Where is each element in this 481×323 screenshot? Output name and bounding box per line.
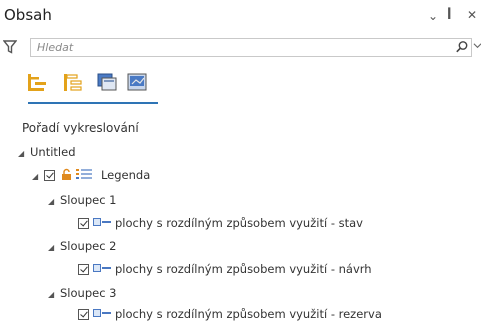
tree-item-column-3[interactable]: ◢ Sloupec 3 <box>48 284 117 302</box>
polygon-symbol-icon <box>93 263 115 273</box>
list-by-selection-icon[interactable] <box>96 72 118 94</box>
visibility-checkbox[interactable] <box>78 309 89 320</box>
column-name: Sloupec 2 <box>60 239 117 253</box>
tree-item-layer-stav[interactable]: plochy s rozdílným způsobem využití - st… <box>78 214 363 232</box>
search-row <box>0 36 481 60</box>
view-tabs <box>26 70 158 106</box>
search-icon[interactable] <box>455 40 469 54</box>
expand-triangle-icon[interactable]: ◢ <box>32 168 44 186</box>
filter-icon[interactable] <box>3 40 17 54</box>
lock-icon[interactable] <box>61 168 72 181</box>
polygon-symbol-icon <box>93 217 115 227</box>
list-by-source-icon[interactable] <box>62 72 84 94</box>
pane-title: Obsah <box>4 6 52 24</box>
map-name: Untitled <box>30 145 76 159</box>
expand-triangle-icon[interactable]: ◢ <box>18 145 30 163</box>
visibility-checkbox[interactable] <box>78 218 89 229</box>
column-name: Sloupec 3 <box>60 286 117 300</box>
expand-triangle-icon[interactable]: ◢ <box>48 239 60 257</box>
layer-label: plochy s rozdílným způsobem využití - re… <box>115 307 382 321</box>
expand-triangle-icon[interactable]: ◢ <box>48 286 60 304</box>
pin-icon[interactable]: ꟾ <box>447 8 451 22</box>
tree-item-legend[interactable]: ◢ Legenda <box>32 166 150 184</box>
list-by-editing-icon[interactable] <box>126 72 148 94</box>
search-box <box>30 38 472 57</box>
polygon-symbol-icon <box>93 308 115 318</box>
visibility-checkbox[interactable] <box>44 170 55 181</box>
column-name: Sloupec 1 <box>60 193 117 207</box>
tree-item-column-2[interactable]: ◢ Sloupec 2 <box>48 237 117 255</box>
search-input[interactable] <box>37 40 417 55</box>
tree-item-column-1[interactable]: ◢ Sloupec 1 <box>48 191 117 209</box>
tree-item-layer-rezerva[interactable]: plochy s rozdílným způsobem využití - re… <box>78 305 382 323</box>
layer-label: plochy s rozdílným způsobem využití - st… <box>115 216 363 230</box>
tree-item-map[interactable]: ◢ Untitled <box>18 143 76 161</box>
tree-item-layer-navrh[interactable]: plochy s rozdílným způsobem využití - ná… <box>78 260 372 278</box>
close-icon[interactable]: ✕ <box>467 8 477 22</box>
chevron-down-icon[interactable]: ⌄ <box>428 9 438 23</box>
pane-title-bar: Obsah ⌄ ꟾ ✕ <box>0 0 481 30</box>
legend-icon <box>76 169 93 179</box>
legend-label: Legenda <box>100 168 151 182</box>
layer-label: plochy s rozdílným způsobem využití - ná… <box>115 262 372 276</box>
list-by-drawing-order-icon[interactable] <box>26 72 48 94</box>
visibility-checkbox[interactable] <box>78 264 89 275</box>
search-options-chevron-icon[interactable] <box>473 41 481 50</box>
expand-triangle-icon[interactable]: ◢ <box>48 193 60 211</box>
section-title: Pořadí vykreslování <box>22 121 139 135</box>
selected-tab-indicator <box>28 102 158 104</box>
